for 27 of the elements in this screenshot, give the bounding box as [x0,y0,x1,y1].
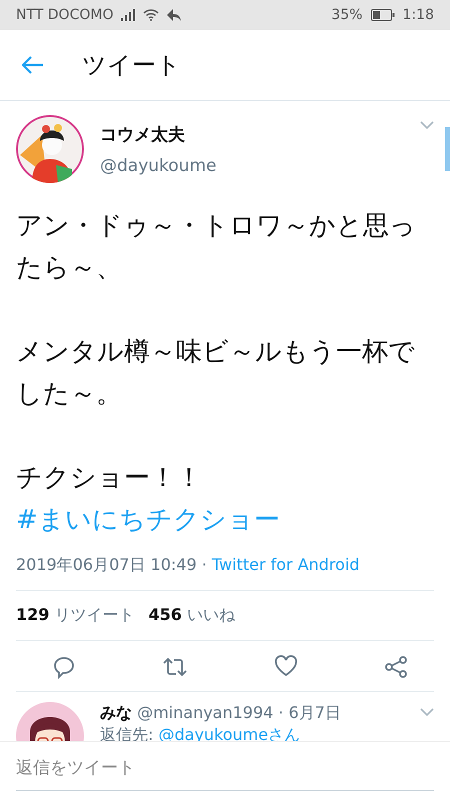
signal-icon [121,9,136,21]
carrier-name: NTT DOCOMO [16,7,114,23]
author-name[interactable]: コウメ太夫 [100,122,404,146]
scrollbar [445,127,450,171]
tweet-date: 2019年06月07日 10:49 · [16,555,208,574]
share-icon[interactable] [384,655,408,679]
back-arrow-icon[interactable] [22,56,44,74]
retweet-icon[interactable] [162,655,188,679]
like-count: 456 [148,605,182,624]
reply-icon[interactable] [52,655,76,679]
retweet-label: リツイート [54,605,134,624]
clock-time: 1:18 [402,7,434,23]
reply-author-name[interactable]: みな [100,703,132,722]
page-title: ツイート [82,50,181,81]
like-label: いいね [187,605,235,624]
reply-arrow-icon [167,9,182,21]
reply-input-field[interactable]: 返信をツイート [16,752,434,790]
reply-handle-date: @minanyan1994 · 6月7日 [137,703,341,722]
heart-icon[interactable] [274,655,298,677]
hashtag-link[interactable]: #まいにちチクショー [16,505,280,535]
battery-icon [370,9,395,21]
source-link[interactable]: Twitter for Android [212,555,360,574]
retweet-count: 129 [16,605,50,624]
tweet-text: アン・ドゥ～・トロワ～かと思ったら～、 メンタル樽～味ビ～ルもう一杯でした～。 チクショー！！ #まいにちチクショー [16,210,417,537]
wifi-icon [143,9,160,21]
battery-percent: 35% [331,7,363,23]
author-handle[interactable]: @dayukoume [100,156,404,176]
